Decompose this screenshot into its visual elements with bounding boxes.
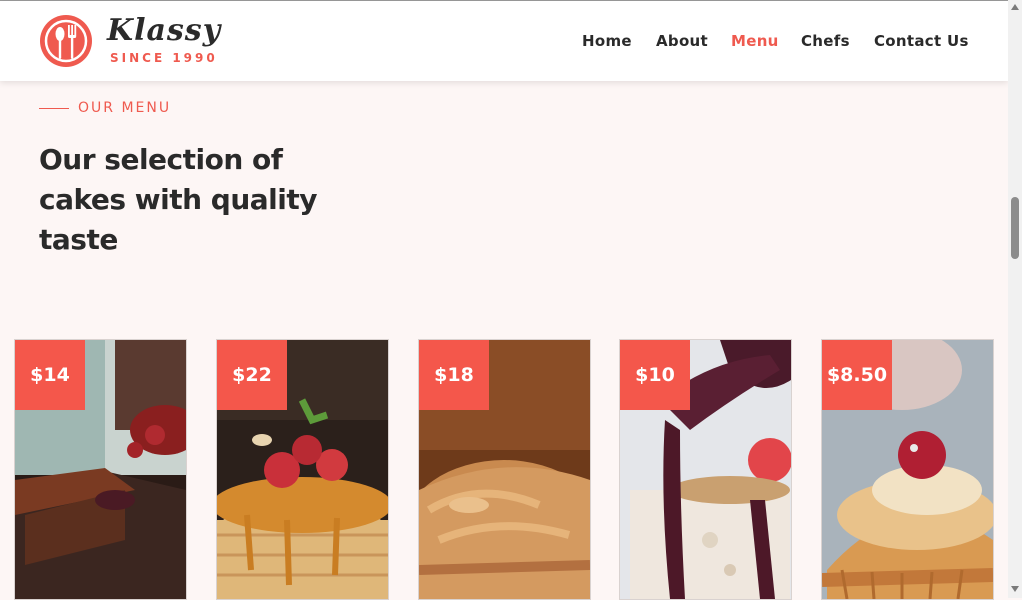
menu-card-pancakes[interactable]: $22 <box>216 339 389 600</box>
price-badge: $22 <box>217 340 287 410</box>
nav-about[interactable]: About <box>656 32 708 50</box>
menu-card-chocolate-cake[interactable]: $14 <box>14 339 187 600</box>
nav-home[interactable]: Home <box>582 32 632 50</box>
scroll-up-arrow-icon[interactable] <box>1011 4 1019 10</box>
price-badge: $8.50 <box>822 340 892 410</box>
nav-chefs[interactable]: Chefs <box>801 32 850 50</box>
logo-spoon-fork-icon[interactable] <box>38 13 94 69</box>
brand-name[interactable]: Klassy <box>107 13 221 48</box>
menu-card-pastry[interactable]: $18 <box>418 339 591 600</box>
section-label: OUR MENU <box>78 100 172 116</box>
section-title: Our selection of cakes with quality tast… <box>39 143 318 256</box>
nav-menu[interactable]: Menu <box>731 32 779 50</box>
menu-card-cupcake[interactable]: $8.50 <box>821 339 994 600</box>
menu-card-berry-cheesecake[interactable]: $10 <box>619 339 792 600</box>
section-label-rule <box>39 108 69 109</box>
page-scrollbar[interactable] <box>1008 0 1022 598</box>
brand-tagline: SINCE 1990 <box>110 51 218 65</box>
scrollbar-thumb[interactable] <box>1011 197 1019 259</box>
price-badge: $18 <box>419 340 489 410</box>
price-badge: $14 <box>15 340 85 410</box>
price-badge: $10 <box>620 340 690 410</box>
site-header: Klassy SINCE 1990 Home About Menu Chefs … <box>0 1 1008 81</box>
nav-contact-us[interactable]: Contact Us <box>874 32 969 50</box>
scroll-down-arrow-icon[interactable] <box>1011 586 1019 592</box>
